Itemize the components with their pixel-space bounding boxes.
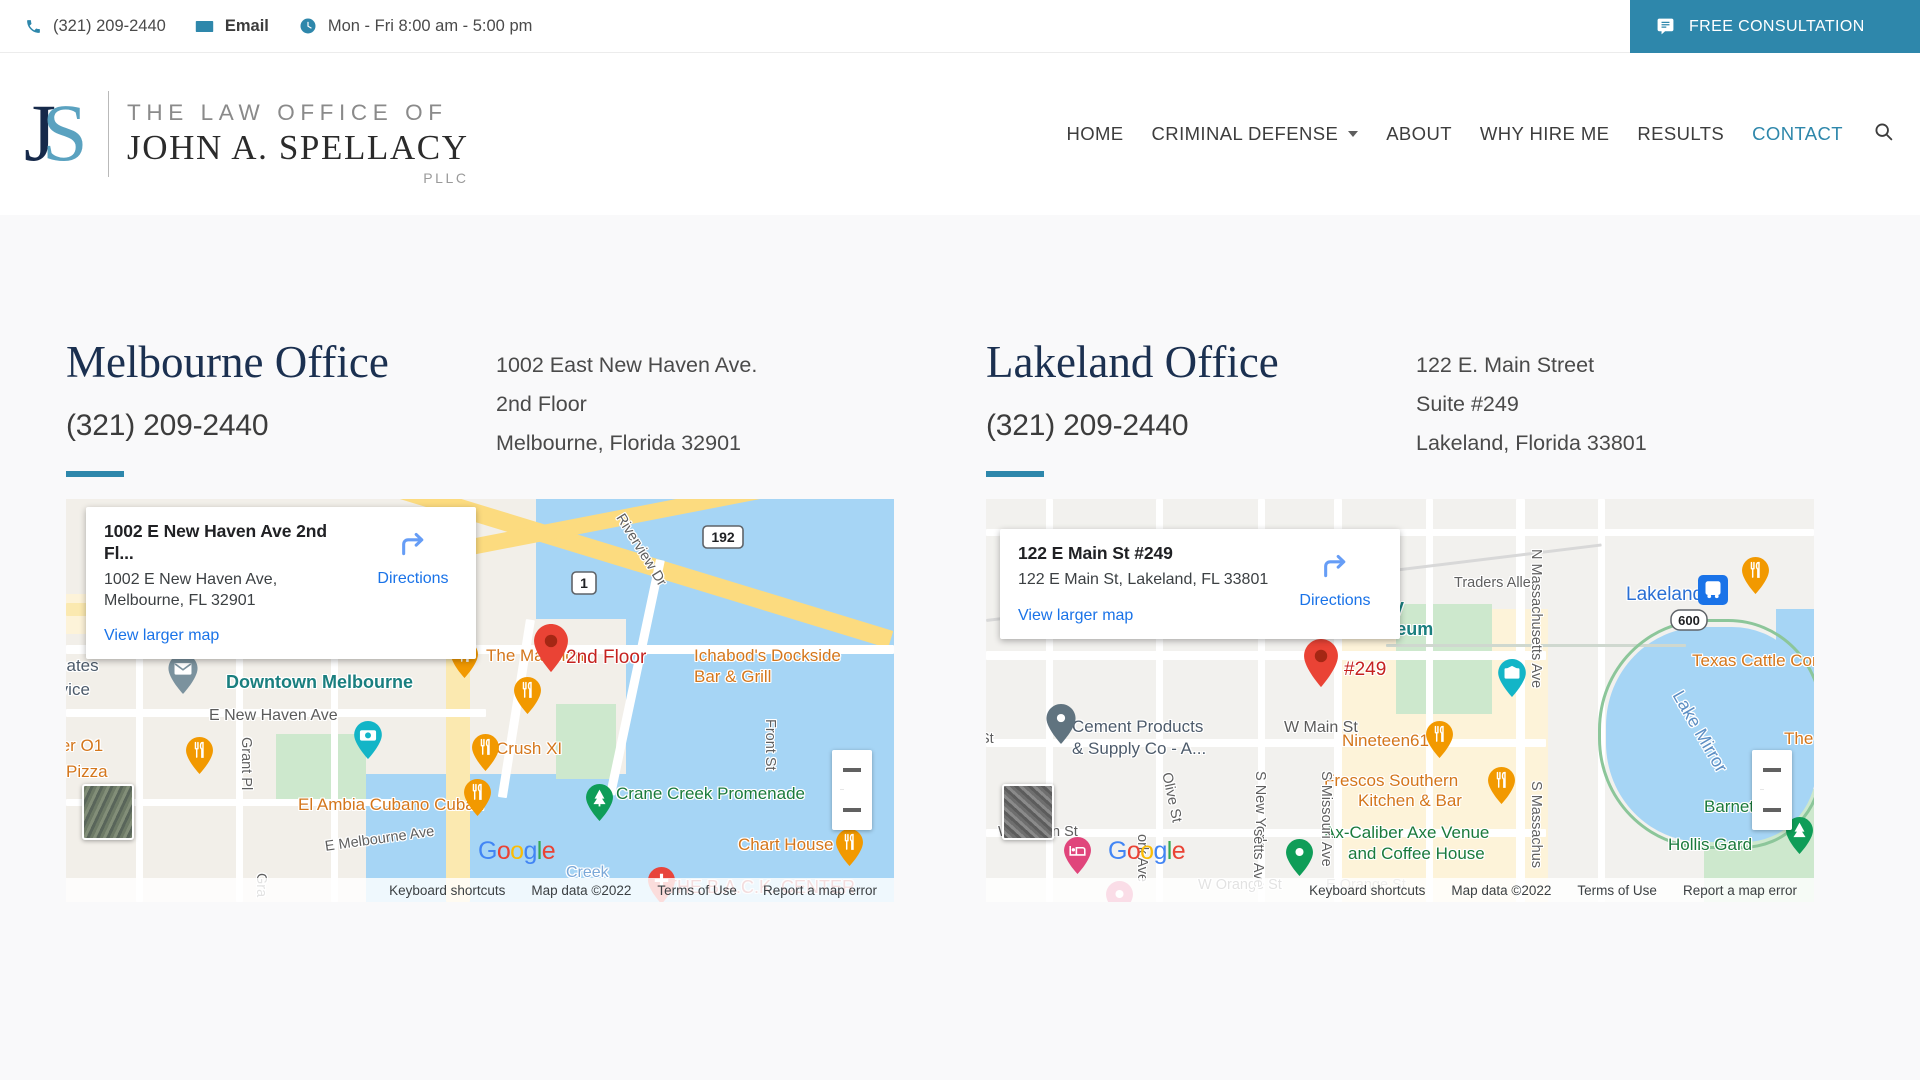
map-info-title: 122 E Main St #249 [1018, 543, 1173, 563]
keyboard-shortcuts-link[interactable]: Keyboard shortcuts [376, 883, 518, 898]
nav-item-label: RESULTS [1637, 123, 1725, 144]
keyboard-shortcuts-link[interactable]: Keyboard shortcuts [1296, 883, 1438, 898]
topbar-phone-label: (321) 209-2440 [53, 16, 166, 35]
address-line: Melbourne, Florida 32901 [496, 431, 742, 456]
map-info-text: 1002 E New Haven Ave 2nd Fl... 1002 E Ne… [104, 521, 354, 645]
map-info-subtitle: 1002 E New Haven Ave, Melbourne, FL 3290… [104, 570, 278, 609]
map-zoom-controls[interactable] [1752, 750, 1792, 830]
office-header-left: Melbourne Office (321) 209-2440 [66, 340, 496, 477]
topbar-hours-label: Mon - Fri 8:00 am - 5:00 pm [327, 16, 533, 35]
topbar-email-label: Email [224, 16, 269, 35]
satellite-view-toggle[interactable] [1002, 784, 1054, 840]
locations-section: Melbourne Office (321) 209-2440 1002 Eas… [0, 215, 1920, 1080]
logo-line-1: THE LAW OFFICE OF [127, 100, 448, 126]
map-data-label: Map data ©2022 [531, 882, 632, 898]
page-title: Lakeland Office [986, 337, 1279, 387]
office-header: Melbourne Office (321) 209-2440 1002 Eas… [66, 340, 910, 477]
map-info-card[interactable]: 122 E Main St #249 122 E Main St, Lakela… [1000, 529, 1400, 639]
zoom-in-button[interactable] [1752, 750, 1792, 790]
free-consultation-label: FREE CONSULTATION [1689, 17, 1865, 35]
map-attribution: Keyboard shortcuts Map data ©2022 Terms … [986, 878, 1814, 902]
accent-bar [66, 471, 124, 477]
directions-button[interactable]: Directions [1276, 543, 1394, 610]
map-zoom-controls[interactable] [832, 750, 872, 830]
report-map-error-link[interactable]: Report a map error [750, 883, 890, 898]
nav-item-label: HOME [1066, 123, 1124, 144]
utility-topbar: (321) 209-2440 Email Mon - Fri 8:00 am -… [0, 0, 1920, 53]
js-monogram-icon: J S [22, 87, 96, 180]
address-line: 2nd Floor [496, 392, 587, 417]
nav-item-label: ABOUT [1386, 123, 1452, 144]
directions-label: Directions [377, 570, 449, 587]
terms-of-use-link[interactable]: Terms of Use [644, 883, 750, 898]
view-larger-map-link[interactable]: View larger map [104, 627, 219, 645]
nav-item-label: WHY HIRE ME [1479, 123, 1610, 144]
map-info-title: 1002 E New Haven Ave 2nd Fl... [104, 521, 327, 563]
main-navigation: HOME CRIMINAL DEFENSE ABOUT WHY HIRE ME … [1052, 121, 1898, 147]
map-attribution: Keyboard shortcuts Map data ©2022 Terms … [66, 878, 894, 902]
site-header: J S THE LAW OFFICE OF JOHN A. SPELLACY P… [0, 53, 1920, 215]
logo-divider [108, 91, 109, 177]
view-larger-map-link[interactable]: View larger map [1018, 607, 1133, 625]
map-melbourne[interactable]: 192 1 Riverview Dr E Strawbridge Ave Dow… [66, 499, 894, 902]
locations-grid: Melbourne Office (321) 209-2440 1002 Eas… [0, 215, 1920, 902]
logo-wordmark: THE LAW OFFICE OF JOHN A. SPELLACY PLLC [127, 100, 469, 185]
map-info-subtitle: 122 E Main St, Lakeland, FL 33801 [1018, 570, 1269, 588]
office-card-lakeland: Lakeland Office (321) 209-2440 122 E. Ma… [960, 340, 1920, 902]
address-line: Suite #249 [1416, 392, 1519, 417]
phone-icon [22, 15, 44, 37]
map-lakeland[interactable]: Traders Alley N Massachusetts Ave S Mass… [986, 499, 1814, 902]
topbar-hours: Mon - Fri 8:00 am - 5:00 pm [297, 15, 533, 37]
zoom-out-button[interactable] [1752, 790, 1792, 830]
nav-item-about[interactable]: ABOUT [1372, 123, 1466, 145]
address-line: 1002 East New Haven Ave. [496, 353, 758, 377]
free-consultation-button[interactable]: FREE CONSULTATION [1630, 0, 1920, 53]
envelope-icon [194, 15, 216, 37]
nav-item-contact[interactable]: CONTACT [1738, 123, 1857, 145]
accent-bar [986, 471, 1044, 477]
address-line: Lakeland, Florida 33801 [1416, 431, 1647, 456]
nav-item-label: CONTACT [1752, 123, 1843, 144]
clock-icon [297, 15, 319, 37]
search-icon [1873, 121, 1894, 147]
satellite-view-toggle[interactable] [82, 784, 134, 840]
nav-item-results[interactable]: RESULTS [1623, 123, 1738, 145]
nav-item-why-hire-me[interactable]: WHY HIRE ME [1466, 123, 1623, 145]
directions-icon [1319, 554, 1351, 585]
map-info-text: 122 E Main St #249 122 E Main St, Lakela… [1018, 543, 1276, 625]
topbar-contact-group: (321) 209-2440 Email Mon - Fri 8:00 am -… [0, 15, 532, 37]
nav-item-label: CRIMINAL DEFENSE [1151, 123, 1339, 144]
directions-icon [397, 532, 429, 563]
topbar-email[interactable]: Email [194, 15, 269, 37]
report-map-error-link[interactable]: Report a map error [1670, 883, 1810, 898]
topbar-phone[interactable]: (321) 209-2440 [22, 15, 166, 37]
office-address: 1002 East New Haven Ave. 2nd Floor Melbo… [496, 340, 757, 463]
logo-line-2: JOHN A. SPELLACY [127, 128, 469, 168]
site-logo[interactable]: J S THE LAW OFFICE OF JOHN A. SPELLACY P… [0, 87, 469, 186]
nav-item-criminal-defense[interactable]: CRIMINAL DEFENSE [1138, 123, 1373, 145]
office-header-left: Lakeland Office (321) 209-2440 [986, 340, 1416, 477]
address-line: 122 E. Main Street [1416, 353, 1595, 377]
chevron-down-icon [1348, 131, 1359, 137]
nav-item-home[interactable]: HOME [1052, 123, 1137, 145]
svg-text:S: S [42, 88, 88, 178]
office-header: Lakeland Office (321) 209-2440 122 E. Ma… [986, 340, 1870, 477]
office-card-melbourne: Melbourne Office (321) 209-2440 1002 Eas… [0, 340, 960, 902]
zoom-in-button[interactable] [832, 750, 872, 790]
zoom-out-button[interactable] [832, 790, 872, 830]
logo-line-3: PLLC [423, 169, 469, 186]
terms-of-use-link[interactable]: Terms of Use [1564, 883, 1670, 898]
directions-button[interactable]: Directions [354, 521, 472, 588]
chat-bubble-icon [1656, 17, 1675, 36]
office-phone[interactable]: (321) 209-2440 [986, 409, 1416, 443]
page-title: Melbourne Office [66, 337, 389, 387]
map-data-label: Map data ©2022 [1451, 882, 1552, 898]
office-address: 122 E. Main Street Suite #249 Lakeland, … [1416, 340, 1647, 463]
office-phone[interactable]: (321) 209-2440 [66, 409, 496, 443]
map-info-card[interactable]: 1002 E New Haven Ave 2nd Fl... 1002 E Ne… [86, 507, 476, 660]
search-button[interactable] [1857, 121, 1898, 147]
directions-label: Directions [1299, 592, 1371, 609]
